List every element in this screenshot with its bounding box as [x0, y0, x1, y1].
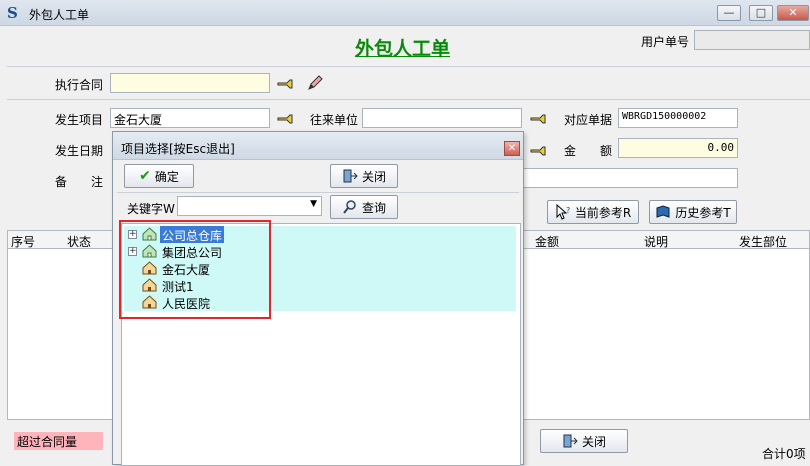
divider	[117, 192, 519, 193]
app-logo-icon: S	[7, 4, 18, 22]
pick-hand-icon[interactable]	[530, 112, 548, 126]
dialog-close-button[interactable]: 关闭	[330, 164, 398, 188]
project-field[interactable]: 金石大厦	[110, 108, 270, 128]
dialog-titlebar: 项目选择[按Esc退出] ✕	[113, 132, 523, 160]
divider	[7, 99, 810, 100]
contract-label: 执行合同	[55, 78, 104, 92]
exit-door-icon	[343, 169, 358, 183]
window-titlebar: S 外包人工单 — □ ✕	[0, 0, 810, 26]
total-count: 合计0项	[762, 447, 806, 461]
vendor-label: 往来单位	[310, 113, 359, 127]
pick-hand-icon[interactable]	[277, 77, 295, 91]
keyword-label: 关键字W	[127, 202, 175, 216]
keyword-select[interactable]: ▼	[177, 196, 322, 216]
col-header[interactable]: 说明	[644, 233, 668, 250]
user-no-label: 用户单号	[641, 35, 690, 49]
search-label: 查询	[361, 200, 386, 215]
remark-label: 备 注	[55, 175, 104, 189]
project-label: 发生项目	[55, 113, 104, 127]
history-ref-label: 历史参考T	[675, 205, 731, 220]
col-header[interactable]: 金额	[535, 233, 559, 250]
over-contract-badge: 超过合同量	[14, 432, 103, 450]
help-cursor-icon: ?	[556, 204, 570, 220]
contract-field[interactable]	[110, 73, 270, 93]
col-header[interactable]: 序号	[11, 233, 35, 250]
remark-field[interactable]	[522, 168, 738, 188]
book-icon	[656, 205, 670, 218]
highlight-box	[119, 220, 271, 319]
amount-field[interactable]: 0.00	[618, 138, 738, 158]
current-ref-button[interactable]: ? 当前参考R	[547, 200, 639, 224]
amount-label: 金 额	[564, 144, 613, 158]
svg-text:?: ?	[566, 206, 570, 215]
user-no-field[interactable]	[694, 30, 810, 50]
current-ref-label: 当前参考R	[574, 205, 632, 220]
edit-pen-icon[interactable]	[306, 74, 324, 92]
ok-label: 确定	[154, 169, 179, 184]
doc-label: 对应单据	[564, 113, 613, 127]
main-close-label: 关闭	[581, 434, 606, 449]
pick-hand-icon[interactable]	[530, 144, 548, 158]
form-title: 外包人工单	[355, 38, 451, 60]
dialog-close-icon[interactable]: ✕	[504, 141, 520, 156]
col-header[interactable]: 发生部位	[739, 233, 787, 250]
minimize-button[interactable]: —	[717, 5, 741, 21]
search-button[interactable]: 查询	[330, 195, 398, 219]
check-icon: ✔	[139, 168, 151, 184]
chevron-down-icon: ▼	[310, 199, 317, 209]
close-window-button[interactable]: ✕	[777, 5, 809, 21]
col-header[interactable]: 状态	[67, 233, 91, 250]
ok-button[interactable]: ✔ 确定	[124, 164, 194, 188]
history-ref-button[interactable]: 历史参考T	[649, 200, 737, 224]
divider	[7, 66, 810, 67]
search-icon	[343, 200, 356, 214]
vendor-field[interactable]	[362, 108, 522, 128]
pick-hand-icon[interactable]	[277, 112, 295, 126]
doc-field[interactable]: WBRGD150000002	[618, 108, 738, 128]
window-title: 外包人工单	[29, 8, 90, 22]
date-label: 发生日期	[55, 144, 104, 158]
dialog-title: 项目选择[按Esc退出]	[121, 142, 235, 156]
main-close-button[interactable]: 关闭	[540, 429, 628, 453]
maximize-button[interactable]: □	[749, 5, 773, 21]
dialog-close-label: 关闭	[361, 169, 386, 184]
exit-door-icon	[563, 434, 578, 448]
